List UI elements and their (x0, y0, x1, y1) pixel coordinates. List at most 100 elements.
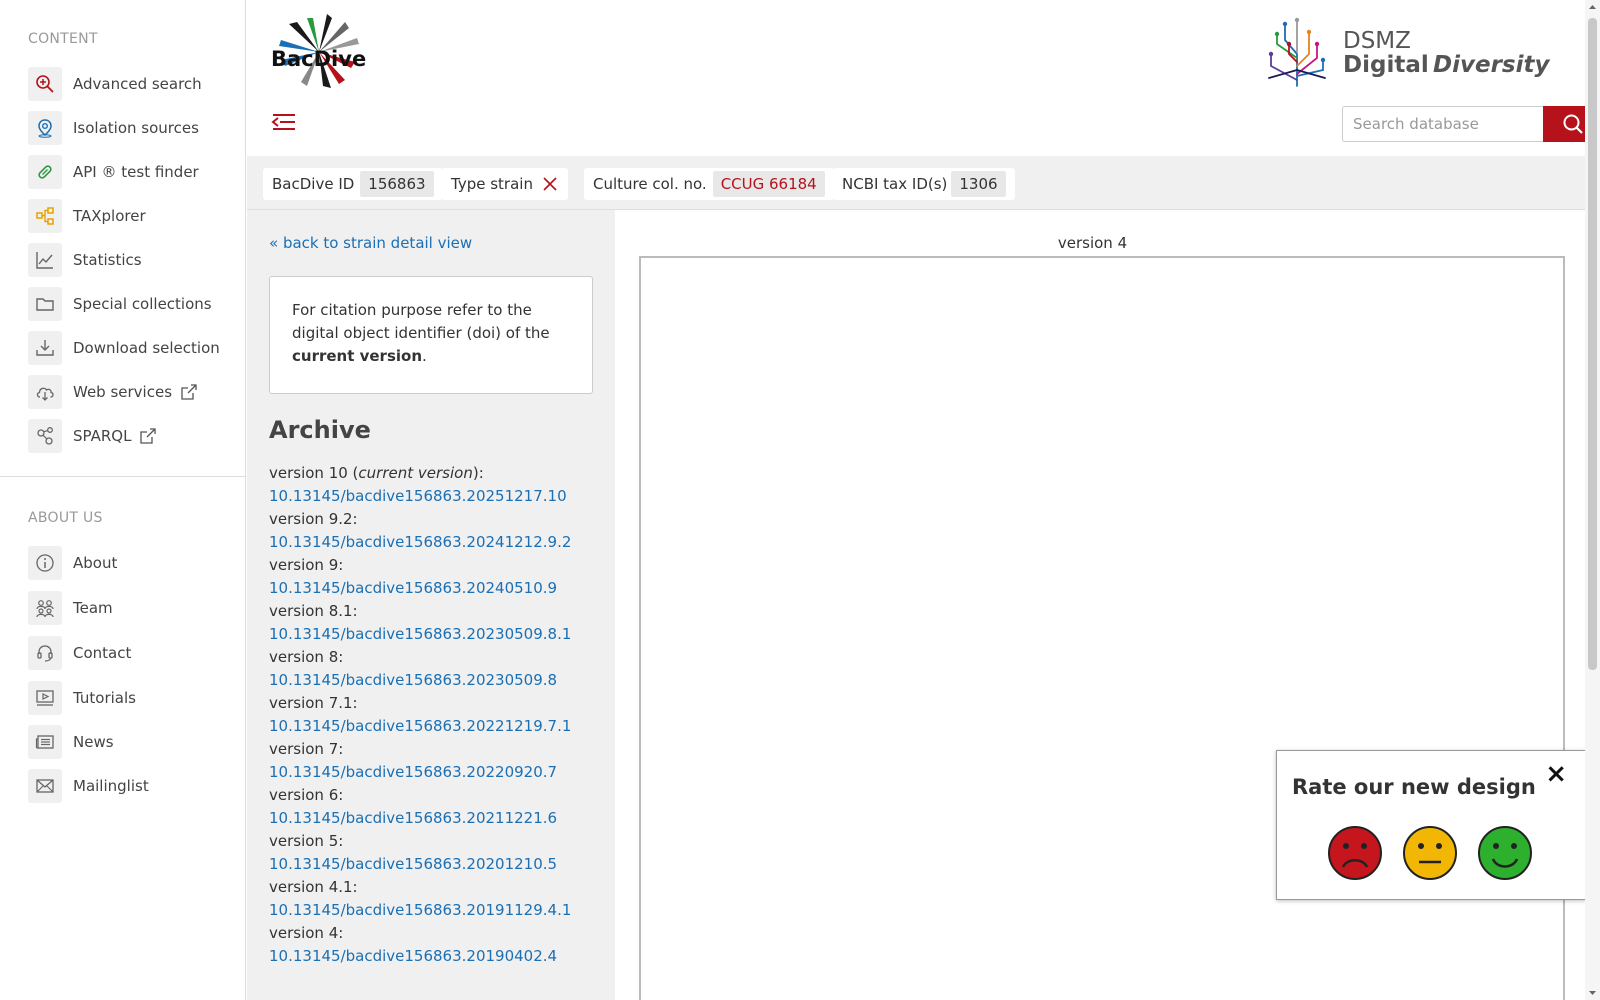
sidebar-item-label: News (73, 733, 114, 751)
sidebar-item-taxplorer[interactable]: TAXplorer (28, 198, 146, 234)
sidebar-item-contact[interactable]: Contact (28, 635, 131, 671)
version-label: version 9.2: (269, 508, 609, 531)
content-section-title: CONTENT (28, 31, 98, 47)
version-doi-link[interactable]: 10.13145/bacdive156863.20201210.5 (269, 853, 609, 876)
back-to-strain-link[interactable]: « back to strain detail view (269, 234, 472, 252)
version-doi-link[interactable]: 10.13145/bacdive156863.20211221.6 (269, 807, 609, 830)
version-name: version 7: (269, 740, 344, 758)
scroll-up-arrow-icon[interactable] (1585, 0, 1600, 15)
scroll-down-arrow-icon[interactable] (1585, 985, 1600, 1000)
version-name: version 6: (269, 786, 344, 804)
menu-collapse-icon[interactable] (271, 110, 297, 134)
sidebar-item-label: Special collections (73, 295, 212, 313)
ncbi-tax-value: 1306 (951, 171, 1006, 197)
folder-icon (28, 287, 62, 321)
headset-icon (28, 636, 62, 670)
location-pin-icon (28, 111, 62, 145)
bacdive-logo[interactable]: BacDive (267, 10, 371, 92)
info-circle-icon (28, 546, 62, 580)
version-label: version 4.1: (269, 876, 609, 899)
sidebar-item-label: Contact (73, 644, 132, 662)
sidebar-item-label: SPARQL (73, 427, 132, 445)
culture-col-value[interactable]: CCUG 66184 (712, 171, 825, 197)
strain-info-bar: BacDive ID 156863 Type strain Culture co… (247, 156, 1585, 210)
search-input[interactable] (1342, 106, 1543, 142)
sidebar-item-api-test-finder[interactable]: API ® test finder (28, 154, 199, 190)
version-name: version 4: (269, 924, 344, 942)
version-doi-link[interactable]: 10.13145/bacdive156863.20251217.10 (269, 485, 609, 508)
archive-version-list: version 10 (current version): 10.13145/ba… (269, 462, 609, 968)
version-name: version 10 ( (269, 464, 359, 482)
sidebar-item-sparql[interactable]: SPARQL (28, 418, 157, 454)
cloud-download-icon (28, 375, 62, 409)
version-label: version 7.1: (269, 692, 609, 715)
sidebar-item-web-services[interactable]: Web services (28, 374, 198, 410)
culture-col-label: Culture col. no. (593, 175, 707, 193)
sidebar-item-label: Download selection (73, 339, 220, 357)
sidebar-item-label: About (73, 554, 118, 572)
sidebar-item-label: Advanced search (73, 75, 202, 93)
culture-col-chip: Culture col. no. CCUG 66184 (584, 168, 834, 200)
newspaper-icon (28, 725, 62, 759)
sidebar-item-about[interactable]: About (28, 545, 117, 581)
citation-note: For citation purpose refer to the digita… (269, 276, 593, 394)
envelope-icon (28, 769, 62, 803)
diversity-text: Diversity (1433, 52, 1550, 78)
citation-text: For citation purpose refer to the digita… (292, 301, 550, 342)
search-icon (1563, 114, 1583, 134)
rating-popup: Rate our new design × (1276, 750, 1586, 900)
sidebar-item-tutorials[interactable]: Tutorials (28, 680, 136, 716)
sad-face-icon[interactable] (1327, 825, 1383, 881)
digital-text: Digital (1343, 52, 1429, 78)
version-name: version 4.1: (269, 878, 358, 896)
sidebar-item-mailinglist[interactable]: Mailinglist (28, 768, 149, 804)
about-section-title: ABOUT US (28, 510, 103, 526)
archive-panel: « back to strain detail view For citatio… (247, 210, 615, 1000)
sidebar: CONTENT Advanced search Isolation source… (0, 0, 246, 1000)
sidebar-item-team[interactable]: Team (28, 590, 113, 626)
version-doi-link[interactable]: 10.13145/bacdive156863.20221219.7.1 (269, 715, 609, 738)
version-doi-link[interactable]: 10.13145/bacdive156863.20220920.7 (269, 761, 609, 784)
current-version-marker: current version (358, 464, 473, 482)
bacdive-id-chip: BacDive ID 156863 (263, 168, 443, 200)
team-icon (28, 591, 62, 625)
version-doi-link[interactable]: 10.13145/bacdive156863.20241212.9.2 (269, 531, 609, 554)
version-label: version 9: (269, 554, 609, 577)
type-strain-label: Type strain (451, 175, 533, 193)
ncbi-tax-chip: NCBI tax ID(s) 1306 (833, 168, 1015, 200)
dsmz-digital-diversity-logo[interactable]: DSMZ Digital Diversity (1265, 14, 1555, 88)
magnifier-plus-icon (28, 67, 62, 101)
archive-title: Archive (269, 416, 371, 444)
close-icon[interactable]: × (1545, 761, 1567, 787)
neutral-face-icon[interactable] (1402, 825, 1458, 881)
header: BacDive DSMZ Digital Diversity (247, 0, 1600, 156)
external-link-icon (181, 384, 197, 400)
sidebar-item-download-selection[interactable]: Download selection (28, 330, 220, 366)
version-doi-link[interactable]: 10.13145/bacdive156863.20230509.8.1 (269, 623, 609, 646)
version-doi-link[interactable]: 10.13145/bacdive156863.20191129.4.1 (269, 899, 609, 922)
download-tray-icon (28, 331, 62, 365)
test-tube-icon (28, 155, 62, 189)
page-scrollbar[interactable] (1585, 0, 1600, 1000)
sidebar-item-special-collections[interactable]: Special collections (28, 286, 212, 322)
sidebar-item-news[interactable]: News (28, 724, 114, 760)
rating-title: Rate our new design (1292, 775, 1536, 799)
version-doi-link[interactable]: 10.13145/bacdive156863.20230509.8 (269, 669, 609, 692)
version-doi-link[interactable]: 10.13145/bacdive156863.20240510.9 (269, 577, 609, 600)
happy-face-icon[interactable] (1477, 825, 1533, 881)
type-strain-chip: Type strain (442, 168, 568, 200)
version-label: version 6: (269, 784, 609, 807)
version-label: version 4: (269, 922, 609, 945)
scrollbar-thumb[interactable] (1588, 18, 1597, 670)
sidebar-item-isolation-sources[interactable]: Isolation sources (28, 110, 199, 146)
sidebar-item-label: Tutorials (73, 689, 136, 707)
version-doi-link[interactable]: 10.13145/bacdive156863.20190402.4 (269, 945, 609, 968)
version-label: version 8: (269, 646, 609, 669)
version-label: version 8.1: (269, 600, 609, 623)
sidebar-item-advanced-search[interactable]: Advanced search (28, 66, 202, 102)
hierarchy-icon (28, 199, 62, 233)
share-nodes-icon (28, 419, 62, 453)
sidebar-divider (0, 476, 245, 477)
line-chart-icon (28, 243, 62, 277)
sidebar-item-statistics[interactable]: Statistics (28, 242, 142, 278)
